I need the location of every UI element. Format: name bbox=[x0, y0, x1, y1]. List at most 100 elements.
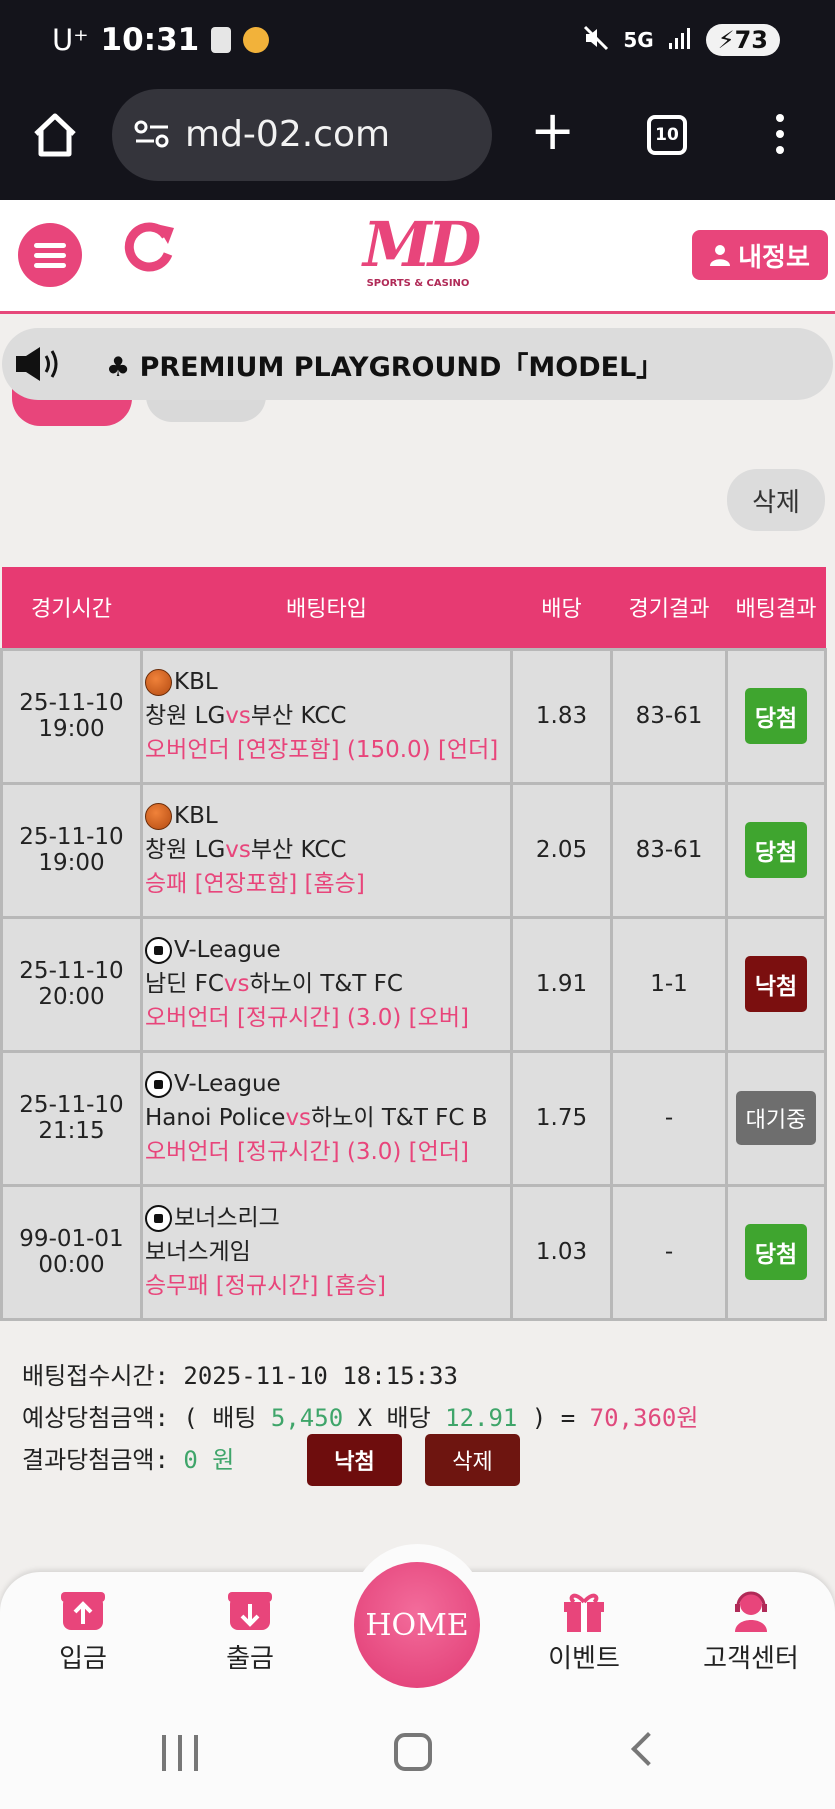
odds-cell: 1.83 bbox=[510, 647, 613, 785]
basketball-icon bbox=[145, 802, 172, 830]
game-time: 21:15 bbox=[38, 1118, 105, 1144]
away-team: 부산 KCC bbox=[250, 837, 347, 863]
result-badge[interactable]: 낙첨 bbox=[744, 956, 808, 1012]
result-badge[interactable]: 당첨 bbox=[744, 1224, 808, 1280]
bet-type-line: 오버언더 [연장포함] (150.0) [언더] bbox=[145, 737, 499, 763]
expected-times: X 배당 bbox=[357, 1404, 431, 1432]
app-notification-icon bbox=[243, 27, 270, 53]
league-name: 보너스리그 bbox=[174, 1205, 280, 1231]
delete-bet-button[interactable]: 삭제 bbox=[425, 1434, 520, 1486]
network-label: 5G bbox=[623, 28, 654, 52]
notice-marquee: ♣ PREMIUM PLAYGROUND「MODEL」 bbox=[2, 328, 833, 400]
refresh-icon[interactable] bbox=[122, 218, 186, 282]
nav-event-label: 이벤트 bbox=[548, 1644, 620, 1674]
game-time-cell: 25-11-10 20:00 bbox=[0, 915, 143, 1053]
score-cell: 1-1 bbox=[610, 915, 728, 1053]
menu-button[interactable] bbox=[18, 223, 82, 287]
result-label: 결과당첨금액: bbox=[22, 1446, 169, 1474]
system-home-icon[interactable] bbox=[394, 1733, 432, 1771]
bet-info-cell: KBL 창원 LGvs부산 KCC 승패 [연장포함] [홈승] bbox=[140, 781, 513, 919]
game-time: 00:00 bbox=[38, 1252, 105, 1278]
carrier-label: U⁺ bbox=[52, 23, 89, 57]
logo-mark: MD bbox=[363, 208, 481, 281]
tab-count-button[interactable]: 10 bbox=[647, 115, 687, 155]
table-row: 25-11-10 19:00 KBL 창원 LGvs부산 KCC 오버언더 [연장포함]… bbox=[0, 647, 827, 785]
soccer-icon bbox=[145, 1204, 172, 1232]
logo-subtitle: SPORTS & CASINO bbox=[366, 278, 470, 289]
bet-type-line: 승무패 [정규시간] [홈승] bbox=[145, 1273, 386, 1299]
table-row: 99-01-01 00:00 보너스리그 보너스게임 승무패 [정규시간] [홈승] 1.… bbox=[0, 1183, 827, 1321]
status-bar: U⁺ 10:31 5G ⚡73 bbox=[0, 0, 835, 82]
home-button-label: HOME bbox=[354, 1562, 480, 1688]
league-line: 보너스리그 bbox=[145, 1201, 510, 1235]
away-team: 부산 KCC bbox=[250, 703, 347, 729]
battery-level: 73 bbox=[734, 26, 768, 54]
nav-deposit[interactable]: 입금 bbox=[23, 1588, 143, 1675]
vs-label: vs bbox=[285, 1105, 312, 1131]
more-menu-icon[interactable] bbox=[774, 114, 786, 162]
home-team: 창원 LG bbox=[145, 837, 226, 863]
bet-info-cell: V-League 남딘 FCvs하노이 T&T FC 오버언더 [정규시간] (3.… bbox=[140, 915, 513, 1053]
game-time-cell: 99-01-01 00:00 bbox=[0, 1183, 143, 1321]
notice-text: ♣ PREMIUM PLAYGROUND「MODEL」 bbox=[106, 351, 664, 383]
nav-support-label: 고객센터 bbox=[703, 1644, 799, 1674]
nav-deposit-label: 입금 bbox=[59, 1644, 107, 1674]
score-cell: - bbox=[610, 1049, 728, 1187]
score-cell: - bbox=[610, 1183, 728, 1321]
col-odds: 배당 bbox=[511, 567, 612, 649]
game-date: 25-11-10 bbox=[19, 690, 124, 716]
vs-label: vs bbox=[225, 703, 251, 729]
league-name: V-League bbox=[174, 937, 281, 963]
result-badge[interactable]: 당첨 bbox=[744, 688, 808, 744]
odds-cell: 1.03 bbox=[510, 1183, 613, 1321]
vs-label: vs bbox=[223, 971, 250, 997]
nav-event[interactable]: 이벤트 bbox=[524, 1588, 644, 1675]
url-text: md-02.com bbox=[185, 114, 391, 155]
notification-icon bbox=[211, 27, 232, 53]
table-body: 25-11-10 19:00 KBL 창원 LGvs부산 KCC 오버언더 [연장포함]… bbox=[0, 647, 827, 1321]
away-team: 하노이 T&T FC B bbox=[311, 1105, 488, 1131]
nav-withdraw[interactable]: 출금 bbox=[190, 1588, 310, 1675]
total-odds: 12.91 bbox=[445, 1404, 518, 1432]
status-right: 5G ⚡73 bbox=[583, 24, 780, 56]
game-time: 20:00 bbox=[38, 984, 105, 1010]
new-tab-icon[interactable]: + bbox=[530, 104, 575, 158]
clock: 10:31 bbox=[100, 22, 200, 58]
league-name: KBL bbox=[174, 803, 218, 829]
browser-home-icon[interactable] bbox=[30, 110, 80, 160]
odds-cell: 2.05 bbox=[510, 781, 613, 919]
my-info-button[interactable]: 내정보 bbox=[692, 230, 828, 280]
recent-apps-icon[interactable] bbox=[162, 1735, 198, 1771]
game-date: 99-01-01 bbox=[19, 1226, 124, 1252]
game-date: 25-11-10 bbox=[19, 1092, 124, 1118]
nav-support[interactable]: 고객센터 bbox=[691, 1588, 811, 1675]
site-header: MD SPORTS & CASINO 내정보 bbox=[0, 200, 835, 314]
league-line: KBL bbox=[145, 799, 510, 833]
matchup-line: 창원 LGvs부산 KCC bbox=[145, 699, 510, 733]
expected-amount: 70,360원 bbox=[589, 1404, 699, 1432]
result-badge[interactable]: 대기중 bbox=[735, 1091, 817, 1145]
deposit-icon bbox=[61, 1592, 105, 1630]
back-icon[interactable] bbox=[631, 1732, 665, 1766]
soccer-icon bbox=[145, 936, 172, 964]
game-date: 25-11-10 bbox=[19, 958, 124, 984]
lose-status-button[interactable]: 낙첨 bbox=[307, 1434, 402, 1486]
address-bar[interactable]: md-02.com bbox=[112, 89, 492, 181]
odds-cell: 1.91 bbox=[510, 915, 613, 1053]
home-button[interactable]: HOME bbox=[350, 1544, 485, 1688]
bet-type-line: 오버언더 [정규시간] (3.0) [오버] bbox=[145, 1005, 469, 1031]
table-row: 25-11-10 19:00 KBL 창원 LGvs부산 KCC 승패 [연장포함] [… bbox=[0, 781, 827, 919]
expected-label: 예상당첨금액: bbox=[22, 1404, 169, 1432]
home-team: 창원 LG bbox=[145, 703, 226, 729]
score-cell: 83-61 bbox=[610, 647, 728, 785]
expected-payout-line: 예상당첨금액: ( 배팅 5,450 X 배당 12.91 ) = 70,360… bbox=[22, 1397, 698, 1439]
result-badge[interactable]: 당첨 bbox=[744, 822, 808, 878]
result-cell: 당첨 bbox=[725, 647, 827, 785]
site-logo[interactable]: MD SPORTS & CASINO bbox=[363, 208, 481, 302]
result-cell: 낙첨 bbox=[725, 915, 827, 1053]
site-settings-icon[interactable] bbox=[134, 119, 170, 149]
delete-button[interactable]: 삭제 bbox=[727, 469, 825, 531]
bet-type-line: 승패 [연장포함] [홈승] bbox=[145, 871, 365, 897]
result-cell: 당첨 bbox=[725, 1183, 827, 1321]
game-time-cell: 25-11-10 19:00 bbox=[0, 647, 143, 785]
